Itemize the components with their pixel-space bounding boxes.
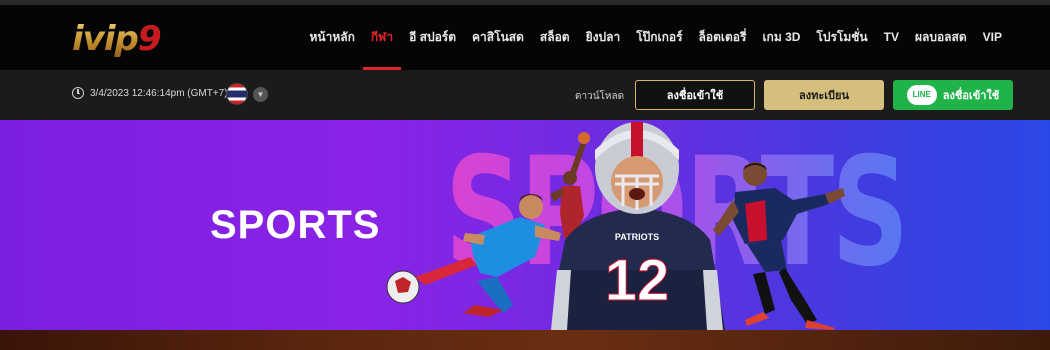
football-player-illustration: PATRIOTS 12 [551,122,725,330]
nav-item-vip[interactable]: VIP [975,5,1010,70]
soccer-player-illustration [386,194,561,317]
nav-item-promotions[interactable]: โปรโมชั่น [808,5,875,70]
register-button[interactable]: ลงทะเบียน [764,80,884,110]
line-login-button[interactable]: LINE ลงชื่อเข้าใช้ [893,80,1013,110]
nav-item-3d-games[interactable]: เกม 3D [754,5,808,70]
nav-item-home[interactable]: หน้าหลัก [301,5,362,70]
nav-item-live-scores[interactable]: ผลบอลสด [907,5,975,70]
next-section-strip [0,330,1050,350]
nav-item-tv[interactable]: TV [876,5,907,70]
site-header: ivip9 หน้าหลัก กีฬา อี สปอร์ต คาสิโนสด ส… [0,5,1050,70]
jersey-brand: PATRIOTS [615,232,659,242]
sports-banner[interactable]: SPORTS SPORTS PATRIOTS 12 [0,120,1050,330]
logo-accent: 9 [137,19,162,59]
nav-item-sports[interactable]: กีฬา [362,5,402,70]
download-link[interactable]: ดาวน์โหลด [575,89,624,104]
line-icon: LINE [906,85,937,105]
nav-item-lottery[interactable]: ล็อตเตอรี่ [691,5,755,70]
thailand-flag-icon[interactable] [226,83,248,105]
jersey-number: 12 [605,248,670,313]
main-nav: หน้าหลัก กีฬา อี สปอร์ต คาสิโนสด สล็อต ย… [301,5,1010,70]
nav-item-live-casino[interactable]: คาสิโนสด [464,5,532,70]
account-bar: 3/4/2023 12:46:14pm (GMT+7) ▼ ดาวน์โหลด … [0,70,1050,120]
logo-text: ivip [72,19,138,59]
chevron-down-icon[interactable]: ▼ [253,87,268,102]
server-clock: 3/4/2023 12:46:14pm (GMT+7) [72,87,228,99]
nav-item-slots[interactable]: สล็อต [532,5,578,70]
line-login-label: ลงชื่อเข้าใช้ [942,90,1000,102]
datetime-text: 3/4/2023 12:46:14pm (GMT+7) [90,87,228,99]
soccer-player-right-illustration [713,162,845,330]
nav-item-poker[interactable]: โป๊กเกอร์ [628,5,690,70]
clock-icon [72,87,84,99]
login-button[interactable]: ลงชื่อเข้าใช้ [635,80,755,110]
nav-item-fishing[interactable]: ยิงปลา [578,5,629,70]
nav-item-esports[interactable]: อี สปอร์ต [401,5,464,70]
site-logo[interactable]: ivip9 [72,19,162,59]
banner-title: SPORTS [210,203,381,247]
